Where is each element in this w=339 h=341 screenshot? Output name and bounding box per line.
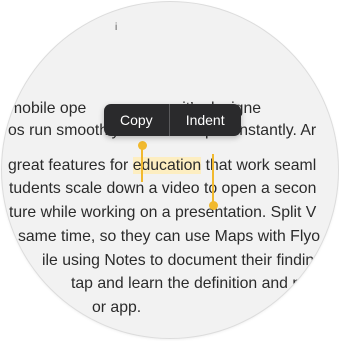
text-line: or app.: [92, 298, 141, 318]
edit-menu: Copy Indent: [104, 104, 241, 136]
indent-button[interactable]: Indent: [170, 104, 241, 136]
selection-start-handle[interactable]: [141, 146, 143, 182]
magnifier-loupe: i mobile opeit’s designe os run smoothly…: [2, 2, 338, 338]
text-line: ile using Notes to document their findin…: [42, 251, 323, 271]
copy-button[interactable]: Copy: [104, 104, 169, 136]
text-run: mobile ope: [9, 100, 87, 117]
text-run: tap and learn the definition and pron: [71, 275, 324, 292]
text-line: tudents scale down a video to open a sec…: [9, 179, 316, 199]
text-line: ture while working on a presentation. Sp…: [9, 203, 316, 223]
selection-end-handle-knob[interactable]: [209, 201, 218, 210]
selection-end-handle[interactable]: [212, 154, 214, 204]
selection-start-handle-knob[interactable]: [138, 141, 147, 150]
text-run: or app.: [92, 299, 142, 316]
text-run: great features for: [8, 157, 133, 174]
text-fragment-top: i: [115, 22, 119, 33]
text-run: ture while working on a presentation. Sp…: [9, 204, 317, 221]
text-run: that work seaml: [201, 157, 317, 174]
text-line: same time, so they can use Maps with Fly…: [18, 227, 320, 247]
text-run: tudents scale down a video to open a sec…: [9, 180, 317, 197]
text-run: ile using Notes to document their findin…: [42, 252, 323, 269]
text-run: same time, so they can use Maps with Fly…: [18, 228, 321, 245]
text-line: great features for education that work s…: [8, 156, 316, 176]
text-line: tap and learn the definition and pron: [71, 274, 324, 294]
